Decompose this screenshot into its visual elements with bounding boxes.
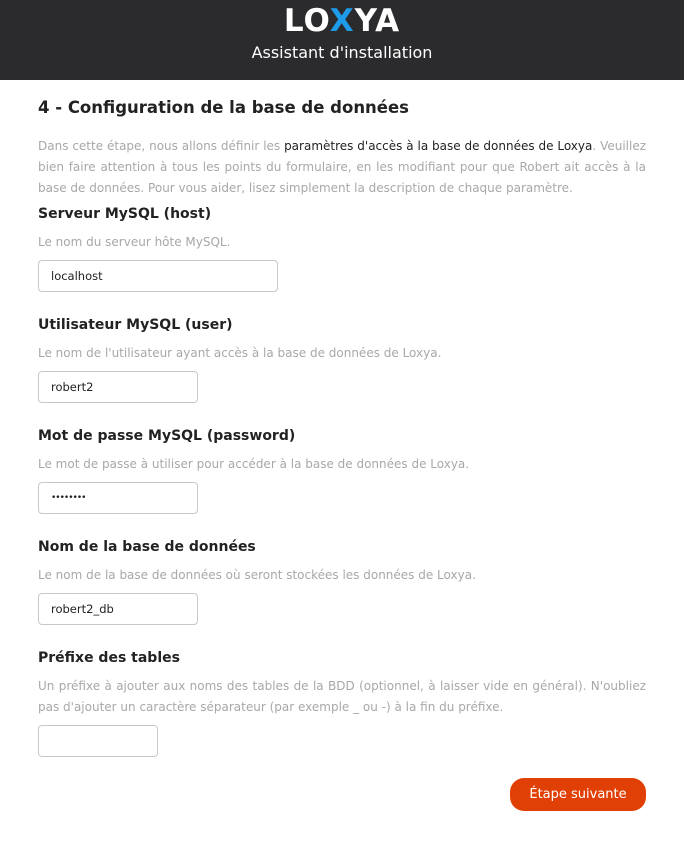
logo-text: LO xyxy=(283,3,330,39)
header: LOXYA Assistant d'installation xyxy=(0,0,684,80)
field-description: Le nom du serveur hôte MySQL. xyxy=(38,235,231,249)
host-input[interactable]: localhost xyxy=(38,260,278,292)
field-description: Le nom de la base de données où seront s… xyxy=(38,568,476,582)
field-password: Mot de passe MySQL (password) Le mot de … xyxy=(38,428,646,514)
field-user: Utilisateur MySQL (user) Le nom de l'uti… xyxy=(38,317,646,403)
page-title: 4 - Configuration de la base de données xyxy=(38,98,410,117)
field-label: Mot de passe MySQL (password) xyxy=(38,428,296,444)
next-step-button[interactable]: Étape suivante xyxy=(510,778,646,811)
field-description: Un préfixe à ajouter aux noms des tables… xyxy=(38,679,646,714)
prefix-input[interactable] xyxy=(38,725,158,757)
logo-text: YA xyxy=(354,3,401,39)
user-input[interactable]: robert2 xyxy=(38,371,198,403)
field-host: Serveur MySQL (host) Le nom du serveur h… xyxy=(38,206,646,292)
main-content: 4 - Configuration de la base de données … xyxy=(38,96,646,199)
loxya-logo: LOXYA xyxy=(0,3,684,39)
intro-pre: Dans cette étape, nous allons définir le… xyxy=(38,139,285,153)
field-prefix: Préfixe des tables Un préfixe à ajouter … xyxy=(38,650,646,757)
intro-text: Dans cette étape, nous allons définir le… xyxy=(38,136,646,199)
field-dbname: Nom de la base de données Le nom de la b… xyxy=(38,539,646,625)
dbname-input[interactable]: robert2_db xyxy=(38,593,198,625)
field-description: Le nom de l'utilisateur ayant accès à la… xyxy=(38,346,442,360)
field-label: Nom de la base de données xyxy=(38,539,256,555)
intro-bold: paramètres d'accès à la base de données … xyxy=(284,139,593,153)
header-subtitle: Assistant d'installation xyxy=(251,43,433,62)
password-input[interactable]: •••••••• xyxy=(38,482,198,514)
field-label: Utilisateur MySQL (user) xyxy=(38,317,233,333)
field-label: Préfixe des tables xyxy=(38,650,180,666)
logo-x-icon: X xyxy=(329,3,355,39)
field-description: Le mot de passe à utiliser pour accéder … xyxy=(38,457,470,471)
field-label: Serveur MySQL (host) xyxy=(38,206,212,222)
